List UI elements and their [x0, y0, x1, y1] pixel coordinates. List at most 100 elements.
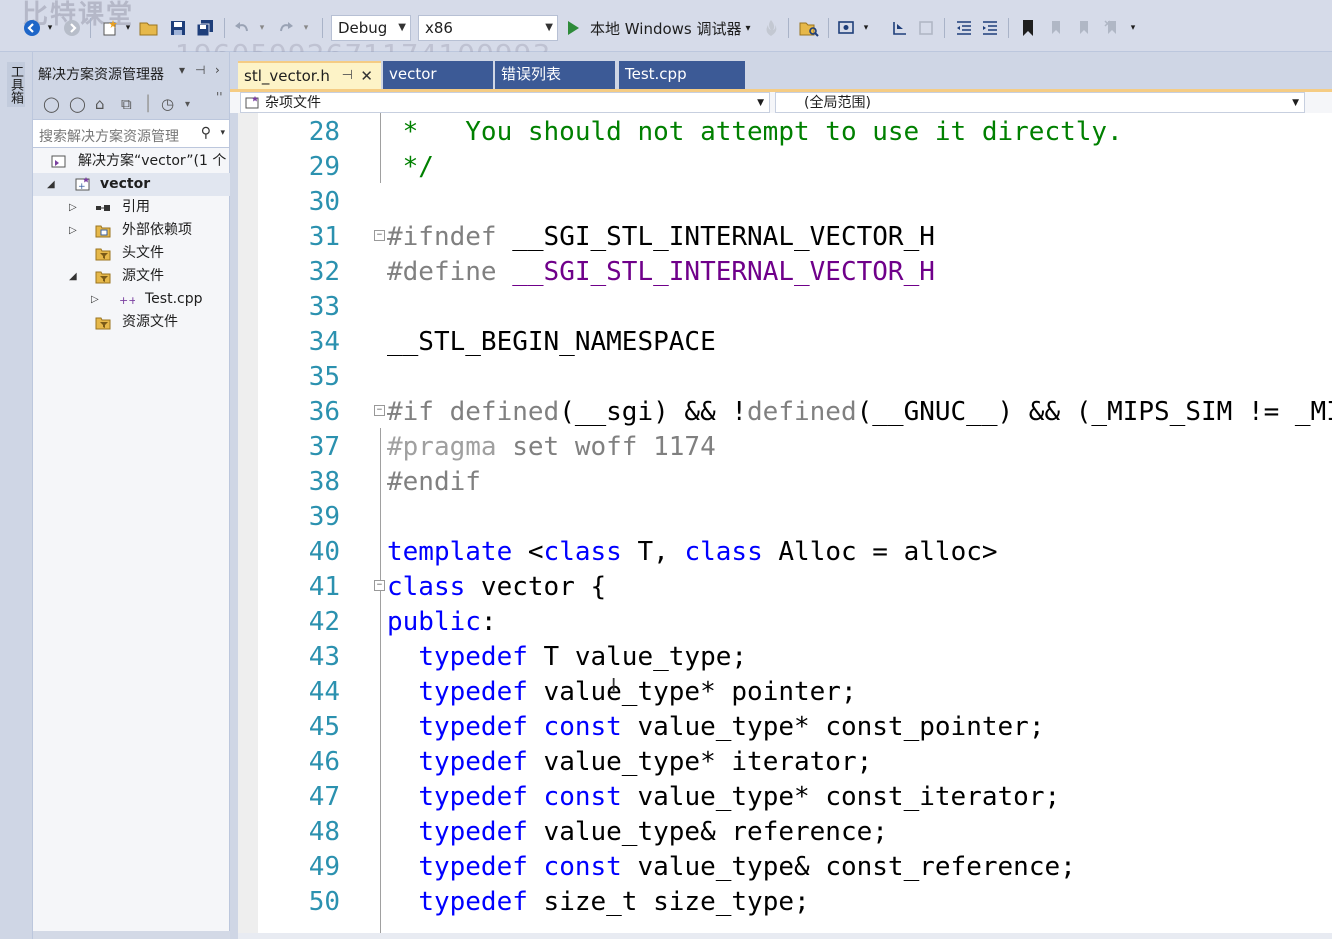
- tree-item-label: 资源文件: [122, 314, 178, 330]
- more-icon[interactable]: '': [216, 90, 223, 104]
- code-line: 39: [238, 500, 1332, 535]
- collapse-icon[interactable]: −: [374, 230, 385, 241]
- step-into-icon[interactable]: [888, 15, 912, 41]
- back-icon[interactable]: [20, 15, 44, 41]
- collapse-icon[interactable]: −: [374, 580, 385, 591]
- expand-icon[interactable]: ▷: [69, 196, 77, 219]
- line-number: 39: [308, 502, 340, 532]
- window-menu-icon[interactable]: ▾: [179, 63, 185, 77]
- undo-dropdown-icon[interactable]: ▾: [256, 15, 268, 41]
- new-dropdown-icon[interactable]: ▾: [122, 15, 134, 41]
- toolbox-tab[interactable]: 工具箱: [7, 62, 25, 107]
- collapse-icon[interactable]: ◢: [69, 265, 77, 288]
- collapse-icon[interactable]: ◢: [47, 173, 55, 196]
- platform-select[interactable]: x86 ▼: [418, 15, 558, 41]
- code-text: * You should not attempt to use it direc…: [387, 117, 1123, 147]
- back-icon[interactable]: ◯: [43, 95, 60, 113]
- pin-icon[interactable]: ⊣: [342, 63, 353, 89]
- code-editor[interactable]: 28 * You should not attempt to use it di…: [238, 113, 1332, 939]
- outdent-icon[interactable]: [952, 15, 976, 41]
- home-icon[interactable]: ⌂: [95, 95, 105, 113]
- code-text: class vector {: [387, 572, 607, 602]
- solution-explorer-search[interactable]: 搜索解决方案资源管理 ⚲ ▾: [33, 120, 229, 148]
- clear-bookmarks-icon[interactable]: [1100, 15, 1124, 41]
- line-number: 47: [308, 782, 340, 812]
- tree-item[interactable]: ▷ 外部依赖项: [33, 219, 230, 242]
- overflow-dropdown-icon[interactable]: ▾: [860, 15, 872, 41]
- collapse-icon[interactable]: −: [374, 405, 385, 416]
- platform-value: x86: [425, 19, 453, 37]
- toolbar-overflow-icon[interactable]: ▾: [1126, 15, 1140, 41]
- indent-icon[interactable]: [978, 15, 1002, 41]
- switch-views-icon[interactable]: ⧉: [121, 95, 132, 113]
- pin-icon[interactable]: ⊣: [195, 63, 205, 77]
- project-select[interactable]: 杂项文件 ▼: [240, 92, 770, 113]
- run-dropdown-icon[interactable]: ▾: [746, 23, 751, 34]
- chevron-down-icon: ▼: [398, 22, 406, 33]
- hot-reload-icon[interactable]: [760, 15, 782, 41]
- tree-item[interactable]: 解决方案“vector”(1 个: [33, 150, 230, 173]
- search-icon[interactable]: ⚲: [201, 125, 211, 141]
- editor-area: stl_vector.h ⊣ ✕ vector 错误列表 Test.cpp 杂项…: [230, 52, 1332, 939]
- tree-item[interactable]: ▷ 引用: [33, 196, 230, 219]
- line-number: 38: [308, 467, 340, 497]
- start-debugging-label: 本地 Windows 调试器: [590, 19, 742, 38]
- tree-item[interactable]: 头文件: [33, 242, 230, 265]
- prev-bookmark-icon[interactable]: [1044, 15, 1068, 41]
- tab-label: Test.cpp: [625, 65, 687, 83]
- new-project-icon[interactable]: [98, 15, 122, 41]
- back-dropdown-icon[interactable]: ▾: [44, 15, 56, 41]
- code-line: 41 − class vector {: [238, 570, 1332, 605]
- start-debugging-button[interactable]: 本地 Windows 调试器 ▾: [566, 15, 758, 41]
- line-number: 32: [308, 257, 340, 287]
- code-text: */: [387, 152, 434, 182]
- explorer-scrollbar[interactable]: [33, 931, 230, 939]
- open-folder-icon[interactable]: [136, 15, 162, 41]
- code-line: 43 typedef T value_type;: [238, 640, 1332, 675]
- chevron-down-icon[interactable]: ▾: [220, 128, 225, 138]
- solution-config-select[interactable]: Debug ▼: [331, 15, 411, 41]
- code-line: 35: [238, 360, 1332, 395]
- redo-icon[interactable]: [274, 15, 298, 41]
- expand-icon[interactable]: ▷: [91, 288, 99, 311]
- code-line: 44 typedef value_type* pointer;: [238, 675, 1332, 710]
- forward-icon[interactable]: [60, 15, 84, 41]
- scope-select[interactable]: (全局范围) ▼: [775, 92, 1305, 113]
- code-line: 37 #pragma set woff 1174: [238, 430, 1332, 465]
- chevron-down-icon[interactable]: ▾: [185, 99, 190, 110]
- cpp-file-icon: ++: [119, 292, 137, 307]
- screenshot-icon[interactable]: [834, 15, 858, 41]
- line-number: 43: [308, 642, 340, 672]
- find-in-files-icon[interactable]: [796, 15, 822, 41]
- bookmark-icon[interactable]: [1016, 15, 1040, 41]
- tab-error-list[interactable]: 错误列表: [495, 61, 615, 89]
- next-bookmark-icon[interactable]: [1072, 15, 1096, 41]
- tree-item[interactable]: 资源文件: [33, 311, 230, 334]
- close-icon[interactable]: ›: [215, 63, 220, 77]
- code-line: 33: [238, 290, 1332, 325]
- tab-stl-vector-h[interactable]: stl_vector.h ⊣ ✕: [238, 61, 381, 89]
- navigation-bar: 杂项文件 ▼ (全局范围) ▼: [230, 89, 1332, 113]
- line-number: 49: [308, 852, 340, 882]
- tab-test-cpp[interactable]: Test.cpp: [619, 61, 745, 89]
- chevron-down-icon: ▼: [757, 98, 764, 108]
- line-number: 40: [308, 537, 340, 567]
- line-number: 44: [308, 677, 340, 707]
- tree-item[interactable]: ▷ ++ Test.cpp: [33, 288, 230, 311]
- save-all-icon[interactable]: [192, 15, 218, 41]
- redo-dropdown-icon[interactable]: ▾: [300, 15, 312, 41]
- pending-changes-icon[interactable]: ◷: [161, 95, 174, 113]
- tree-item[interactable]: ◢ + vector: [33, 173, 230, 196]
- code-line: 30: [238, 185, 1332, 220]
- tree-item-label: 头文件: [122, 245, 164, 261]
- svg-text:+: +: [78, 182, 86, 192]
- tab-vector[interactable]: vector: [383, 61, 493, 89]
- forward-icon[interactable]: ◯: [69, 95, 86, 113]
- save-icon[interactable]: [166, 15, 190, 41]
- close-icon[interactable]: ✕: [360, 63, 373, 89]
- step-over-icon[interactable]: [914, 15, 938, 41]
- filter-folder-icon: [95, 315, 111, 330]
- undo-icon[interactable]: [230, 15, 254, 41]
- expand-icon[interactable]: ▷: [69, 219, 77, 242]
- tree-item[interactable]: ◢ 源文件: [33, 265, 230, 288]
